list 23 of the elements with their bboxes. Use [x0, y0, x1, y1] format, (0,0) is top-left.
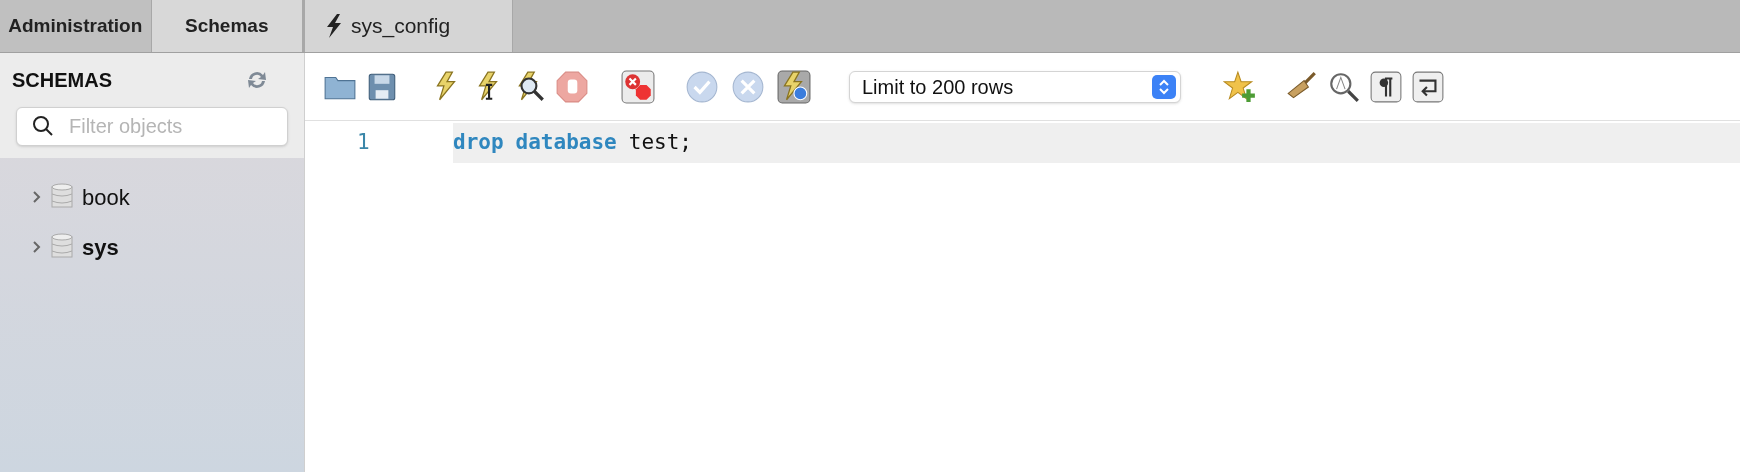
- lightning-icon: [325, 14, 343, 38]
- pilcrow-icon[interactable]: [1369, 69, 1403, 104]
- checkmark-icon[interactable]: [685, 69, 719, 104]
- caret-icon[interactable]: [32, 240, 42, 254]
- editor-tab[interactable]: sys_config: [305, 0, 513, 52]
- sidebar-tab[interactable]: Schemas: [151, 0, 303, 52]
- schema-tree-item[interactable]: book: [32, 180, 304, 214]
- stop-on-error-icon[interactable]: [621, 69, 655, 104]
- schema-tree-item[interactable]: sys: [32, 230, 304, 264]
- sidebar-tab[interactable]: Administration: [0, 0, 152, 52]
- refresh-icon[interactable]: [246, 70, 268, 90]
- line-number: 1: [356, 129, 371, 157]
- limit-rows-dropdown[interactable]: Limit to 200 rows: [849, 70, 1181, 103]
- auto-commit-icon[interactable]: [777, 69, 811, 104]
- database-icon: [50, 183, 74, 211]
- caret-icon[interactable]: [32, 190, 42, 204]
- star-plus-icon[interactable]: [1223, 69, 1257, 104]
- database-icon: [50, 233, 74, 261]
- sidebar-title: SCHEMAS: [12, 68, 112, 93]
- word-wrap-icon[interactable]: [1411, 69, 1445, 104]
- stepper-icon: [1152, 74, 1176, 99]
- filter-field[interactable]: Filter objects: [16, 107, 288, 146]
- search-icon: [32, 115, 54, 137]
